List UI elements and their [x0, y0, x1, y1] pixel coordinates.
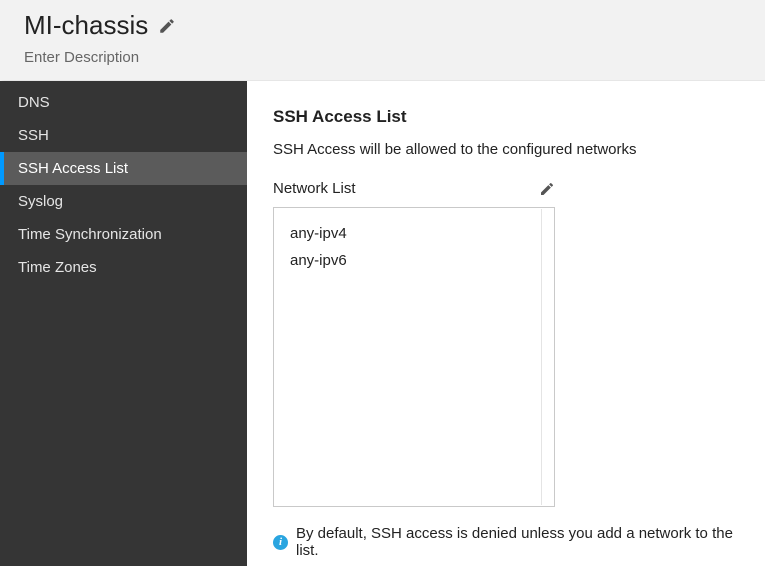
- sidebar-item-dns[interactable]: DNS: [0, 86, 247, 119]
- main-content: SSH Access List SSH Access will be allow…: [247, 81, 765, 566]
- title-row: MI-chassis: [24, 10, 745, 41]
- sidebar-item-label: SSH Access List: [18, 160, 128, 177]
- info-icon: i: [273, 535, 288, 550]
- list-item[interactable]: any-ipv6: [274, 247, 554, 274]
- body: DNS SSH SSH Access List Syslog Time Sync…: [0, 81, 765, 566]
- sidebar-item-time-zones[interactable]: Time Zones: [0, 251, 247, 284]
- sidebar-item-label: DNS: [18, 94, 50, 111]
- sidebar: DNS SSH SSH Access List Syslog Time Sync…: [0, 81, 247, 566]
- sidebar-item-label: Time Zones: [18, 259, 97, 276]
- page-title: MI-chassis: [24, 10, 148, 41]
- info-message: i By default, SSH access is denied unles…: [273, 525, 745, 559]
- pencil-icon[interactable]: [539, 181, 555, 197]
- list-item[interactable]: any-ipv4: [274, 220, 554, 247]
- section-title: SSH Access List: [273, 107, 745, 127]
- sidebar-item-syslog[interactable]: Syslog: [0, 185, 247, 218]
- pencil-icon[interactable]: [158, 17, 176, 35]
- info-text: By default, SSH access is denied unless …: [296, 525, 745, 559]
- sidebar-item-label: Syslog: [18, 193, 63, 210]
- page-header: MI-chassis Enter Description: [0, 0, 765, 81]
- sidebar-item-label: Time Synchronization: [18, 226, 162, 243]
- network-list-box[interactable]: any-ipv4 any-ipv6: [273, 207, 555, 507]
- list-item-label: any-ipv4: [290, 225, 347, 242]
- sidebar-item-ssh[interactable]: SSH: [0, 119, 247, 152]
- network-list-header: Network List: [273, 180, 555, 197]
- list-item-label: any-ipv6: [290, 252, 347, 269]
- network-list-label: Network List: [273, 180, 356, 197]
- section-description: SSH Access will be allowed to the config…: [273, 141, 745, 158]
- page-subtitle[interactable]: Enter Description: [24, 49, 745, 66]
- sidebar-item-time-sync[interactable]: Time Synchronization: [0, 218, 247, 251]
- sidebar-item-label: SSH: [18, 127, 49, 144]
- sidebar-item-ssh-access-list[interactable]: SSH Access List: [0, 152, 247, 185]
